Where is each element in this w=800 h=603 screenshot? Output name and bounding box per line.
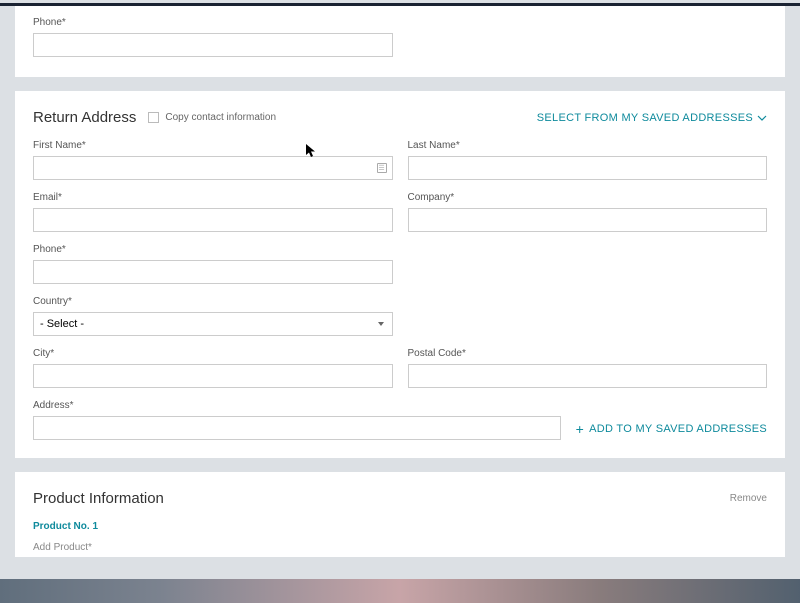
return-address-title: Return Address [33,109,136,126]
select-saved-addresses-link[interactable]: SELECT FROM MY SAVED ADDRESSES [537,112,767,124]
phone-label: Phone* [33,17,393,28]
email-input[interactable] [33,208,393,232]
add-product-label: Add Product* [33,542,767,553]
company-input[interactable] [408,208,768,232]
contact-picker-icon[interactable]: ☰ [377,163,387,173]
copy-contact-checkbox[interactable] [148,112,159,123]
country-label: Country* [33,296,393,307]
add-to-saved-addresses-link[interactable]: + ADD TO MY SAVED ADDRESSES [576,422,767,440]
return-phone-label: Phone* [33,244,393,255]
first-name-input[interactable] [33,156,393,180]
return-phone-input[interactable] [33,260,393,284]
product-number-label: Product No. 1 [33,521,767,532]
remove-product-link[interactable]: Remove [730,493,767,504]
top-bar [0,3,800,6]
city-input[interactable] [33,364,393,388]
copy-contact-label: Copy contact information [165,112,276,123]
first-name-label: First Name* [33,140,393,151]
address-label: Address* [33,400,561,411]
postal-input[interactable] [408,364,768,388]
address-input[interactable] [33,416,561,440]
city-label: City* [33,348,393,359]
postal-label: Postal Code* [408,348,768,359]
footer-gradient [0,579,800,603]
plus-icon: + [576,422,584,436]
caret-down-icon [378,322,384,326]
form-container: Phone* Return Address Copy contact infor… [0,3,800,557]
company-label: Company* [408,192,768,203]
country-select[interactable]: - Select - [33,312,393,336]
country-select-value: - Select - [40,318,84,330]
product-info-title: Product Information [33,490,164,507]
add-saved-text: ADD TO MY SAVED ADDRESSES [589,423,767,435]
return-address-header: Return Address Copy contact information … [33,109,767,126]
select-saved-text: SELECT FROM MY SAVED ADDRESSES [537,112,753,124]
last-name-input[interactable] [408,156,768,180]
last-name-label: Last Name* [408,140,768,151]
email-label: Email* [33,192,393,203]
product-info-card: Product Information Remove Product No. 1… [15,472,785,557]
phone-input[interactable] [33,33,393,57]
return-address-card: Return Address Copy contact information … [15,91,785,458]
contact-card-fragment: Phone* [15,3,785,77]
chevron-down-icon [757,115,767,121]
